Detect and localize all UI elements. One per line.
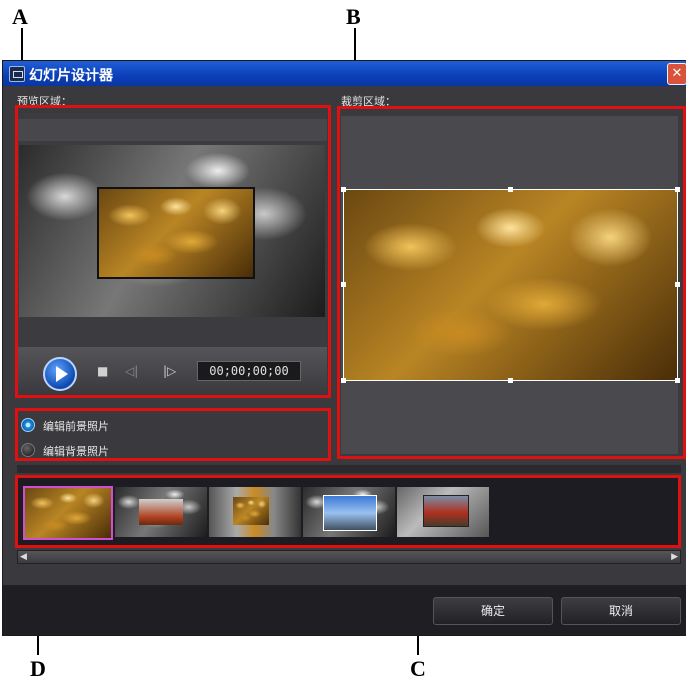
cancel-button[interactable]: 取消 <box>561 597 681 625</box>
strip-separator <box>17 465 681 473</box>
scroll-right-arrow[interactable]: ▶ <box>671 551 678 563</box>
callout-letter-b: B <box>346 4 361 29</box>
callout-letter-d: D <box>30 656 46 681</box>
ok-button[interactable]: 确定 <box>433 597 553 625</box>
dialog-footer: 确定 取消 <box>3 585 686 635</box>
annotation-box-a <box>15 105 331 398</box>
callout-letter-c: C <box>410 656 426 681</box>
callout-letter-a: A <box>12 4 28 29</box>
app-icon <box>9 66 25 82</box>
slideshow-designer-window: 幻灯片设计器 ✕ 预览区域： 裁剪区域： ■ ◁| |▷ 00;00;00;00 <box>2 60 686 636</box>
scroll-left-arrow[interactable]: ◀ <box>20 551 27 563</box>
close-button[interactable]: ✕ <box>667 63 686 85</box>
annotation-box-b <box>337 106 686 459</box>
annotation-box-c <box>15 475 681 548</box>
title-bar[interactable]: 幻灯片设计器 ✕ <box>3 61 686 86</box>
horizontal-scrollbar[interactable]: ◀ ▶ <box>17 550 681 564</box>
annotation-box-d <box>15 408 331 461</box>
window-title: 幻灯片设计器 <box>29 68 113 84</box>
